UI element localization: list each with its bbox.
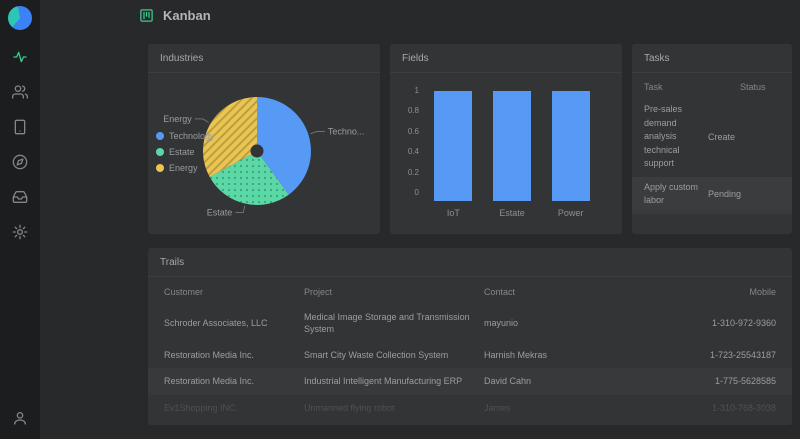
legend-dot-technology xyxy=(156,132,164,140)
table-row[interactable]: Apply custom labor Pending xyxy=(632,176,792,214)
app-logo[interactable] xyxy=(8,6,32,30)
cell-customer: Restoration Media Inc. xyxy=(164,350,255,361)
bar[interactable] xyxy=(492,91,531,201)
cell-project: Medical Image Storage and Transmission S… xyxy=(304,312,470,335)
table-row[interactable]: Schroder Associates, LLC Medical Image S… xyxy=(148,304,792,342)
cell-contact: mayunio xyxy=(484,318,519,329)
topbar: Kanban xyxy=(40,0,800,30)
sidebar-item-activity[interactable] xyxy=(11,48,29,66)
column-header-customer: Customer xyxy=(164,287,204,297)
table-row[interactable]: Pre-sales demand analysis technical supp… xyxy=(632,99,792,177)
bar[interactable] xyxy=(551,91,590,201)
cell-contact: David Cahn xyxy=(484,376,532,387)
pie-legend: Technology Estate Energy xyxy=(156,131,215,173)
page-title: Kanban xyxy=(163,7,211,23)
fields-card: Fields 1 0.8 0.6 0.4 0.2 0 IoT Estate Power xyxy=(390,44,622,234)
cell-mobile: 1-723-25543187 xyxy=(709,350,776,361)
sidebar xyxy=(0,0,40,439)
table-row[interactable]: Ev1Shopping INC. Unmanned flying robot J… xyxy=(148,395,792,421)
card-title-industries: Industries xyxy=(148,44,380,73)
svg-text:Techno...: Techno... xyxy=(328,127,365,137)
cell-mobile: 1-310-972-9360 xyxy=(711,318,776,329)
legend-label: Technology xyxy=(169,131,215,141)
cell-project: Smart City Waste Collection System xyxy=(304,350,449,361)
settings-icon xyxy=(12,224,28,240)
y-tick-label: 0.8 xyxy=(407,106,419,116)
x-axis: IoT Estate Power xyxy=(424,208,600,218)
main-area: Kanban Industries Techno... Estate Energy xyxy=(40,0,800,439)
y-tick-label: 0 xyxy=(414,187,419,197)
user-icon xyxy=(14,412,26,425)
bar-chart[interactable]: 1 0.8 0.6 0.4 0.2 0 IoT Estate Power xyxy=(390,73,622,218)
app-root: Kanban Industries Techno... Estate Energy xyxy=(0,0,800,439)
inbox-icon xyxy=(12,191,28,203)
card-title-tasks: Tasks xyxy=(632,44,792,73)
pie-chart[interactable]: Techno... Estate Energy Technology Estate xyxy=(148,73,380,234)
y-tick-label: 0.4 xyxy=(407,147,419,157)
cell-mobile: 1-775-5628585 xyxy=(714,376,776,387)
sidebar-item-profile[interactable] xyxy=(11,409,29,427)
trails-card: Trails Customer Project Contact Mobile S… xyxy=(148,248,792,425)
cell-customer: Restoration Media Inc. xyxy=(164,376,255,387)
cell-task: Apply custom labor xyxy=(644,181,699,206)
column-header-mobile: Mobile xyxy=(749,287,776,297)
bar-column xyxy=(434,91,473,201)
x-tick-label: Estate xyxy=(499,208,525,218)
table-row[interactable]: Restoration Media Inc. Industrial Intell… xyxy=(148,368,792,395)
legend-item-estate[interactable]: Estate xyxy=(156,147,215,157)
column-header-project: Project xyxy=(304,287,333,297)
sidebar-item-inbox[interactable] xyxy=(11,188,29,206)
sidebar-item-users[interactable] xyxy=(11,83,29,101)
tasks-card: Tasks Task Status Pre-sales demand analy… xyxy=(632,44,792,234)
y-tick-label: 0.6 xyxy=(407,126,419,136)
bar[interactable] xyxy=(434,91,473,201)
industries-card: Industries Techno... Estate Energy Technol… xyxy=(148,44,380,234)
bar-column xyxy=(551,91,590,201)
trails-table-header: Customer Project Contact Mobile xyxy=(148,277,792,304)
cell-customer: Ev1Shopping INC. xyxy=(164,402,239,413)
cell-status: Create xyxy=(708,131,736,142)
card-title-fields: Fields xyxy=(390,44,622,73)
cell-project: Unmanned flying robot xyxy=(304,402,395,413)
x-tick-label: IoT xyxy=(446,208,460,218)
legend-label: Energy xyxy=(169,163,198,173)
table-row[interactable]: Restoration Media Inc. Smart City Waste … xyxy=(148,342,792,368)
cell-project: Industrial Intelligent Manufacturing ERP xyxy=(304,376,463,387)
column-header-contact: Contact xyxy=(484,287,516,297)
column-header-task: Task xyxy=(644,82,663,92)
y-axis: 1 0.8 0.6 0.4 0.2 0 xyxy=(402,87,424,197)
cell-task: Pre-sales demand analysis technical supp… xyxy=(644,104,683,168)
legend-dot-energy xyxy=(156,164,164,172)
bar-column xyxy=(492,91,531,201)
y-tick-label: 1 xyxy=(414,86,419,95)
bar-plot-area xyxy=(424,91,600,201)
sidebar-item-compass[interactable] xyxy=(11,153,29,171)
legend-item-energy[interactable]: Energy xyxy=(156,163,215,173)
sidebar-item-settings[interactable] xyxy=(11,223,29,241)
kanban-board-icon xyxy=(139,8,154,23)
tablet-icon xyxy=(14,119,26,135)
content: Industries Techno... Estate Energy Technol… xyxy=(40,30,800,425)
svg-text:Energy: Energy xyxy=(163,114,192,124)
column-header-status: Status xyxy=(740,82,766,92)
cell-customer: Schroder Associates, LLC xyxy=(164,318,268,329)
sidebar-item-device[interactable] xyxy=(11,118,29,136)
sidebar-nav xyxy=(11,48,29,241)
compass-icon xyxy=(12,154,28,170)
cell-mobile: 1-310-768-3038 xyxy=(711,402,776,413)
users-icon xyxy=(12,85,28,99)
tasks-table-header: Task Status xyxy=(632,73,792,99)
legend-label: Estate xyxy=(169,147,195,157)
activity-icon xyxy=(13,51,27,63)
cell-contact: Harnish Mekras xyxy=(484,350,548,361)
card-title-trails: Trails xyxy=(148,248,792,277)
svg-text:Estate: Estate xyxy=(207,208,233,218)
cell-status: Pending xyxy=(708,189,742,199)
y-tick-label: 0.2 xyxy=(407,167,419,177)
legend-dot-estate xyxy=(156,148,164,156)
cell-contact: James xyxy=(484,402,511,413)
legend-item-technology[interactable]: Technology xyxy=(156,131,215,141)
x-tick-label: Power xyxy=(557,208,584,218)
